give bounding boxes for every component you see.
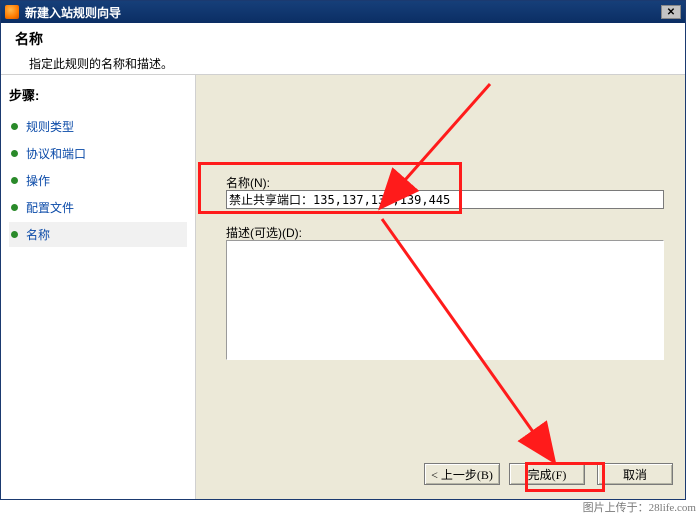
description-textarea[interactable] (226, 240, 664, 360)
firewall-icon (5, 5, 19, 19)
bullet-icon (11, 150, 18, 157)
bullet-icon (11, 204, 18, 211)
window-title: 新建入站规则向导 (25, 4, 661, 21)
description-label: 描述(可选)(D): (226, 224, 302, 241)
name-input[interactable] (226, 190, 664, 209)
step-action[interactable]: 操作 (9, 168, 187, 193)
header-subtitle: 指定此规则的名称和描述。 (15, 55, 671, 72)
bullet-icon (11, 123, 18, 130)
back-button[interactable]: < 上一步(B) (424, 463, 500, 485)
step-label: 配置文件 (26, 199, 74, 216)
wizard-window: 新建入站规则向导 ✕ 名称 指定此规则的名称和描述。 步骤: 规则类型 协议和端… (0, 0, 686, 500)
wizard-header: 名称 指定此规则的名称和描述。 (1, 23, 685, 75)
step-label: 协议和端口 (26, 145, 86, 162)
bullet-icon (11, 177, 18, 184)
step-label: 名称 (26, 226, 50, 243)
step-name[interactable]: 名称 (9, 222, 187, 247)
wizard-content: 名称(N): 描述(可选)(D): < 上一步(B) 完成(F) 取消 (196, 75, 685, 499)
header-title: 名称 (15, 29, 671, 49)
steps-title: 步骤: (9, 85, 187, 104)
wizard-body: 步骤: 规则类型 协议和端口 操作 配置文件 (1, 75, 685, 499)
step-profile[interactable]: 配置文件 (9, 195, 187, 220)
step-label: 操作 (26, 172, 50, 189)
step-rule-type[interactable]: 规则类型 (9, 114, 187, 139)
cancel-button[interactable]: 取消 (597, 463, 673, 485)
close-button[interactable]: ✕ (661, 5, 681, 19)
step-label: 规则类型 (26, 118, 74, 135)
steps-sidebar: 步骤: 规则类型 协议和端口 操作 配置文件 (1, 75, 196, 499)
name-label: 名称(N): (226, 174, 270, 191)
titlebar: 新建入站规则向导 ✕ (1, 1, 685, 23)
step-protocol-ports[interactable]: 协议和端口 (9, 141, 187, 166)
bullet-icon (11, 231, 18, 238)
watermark-text: 图片上传于：28life.com (583, 499, 696, 515)
finish-button[interactable]: 完成(F) (509, 463, 585, 485)
